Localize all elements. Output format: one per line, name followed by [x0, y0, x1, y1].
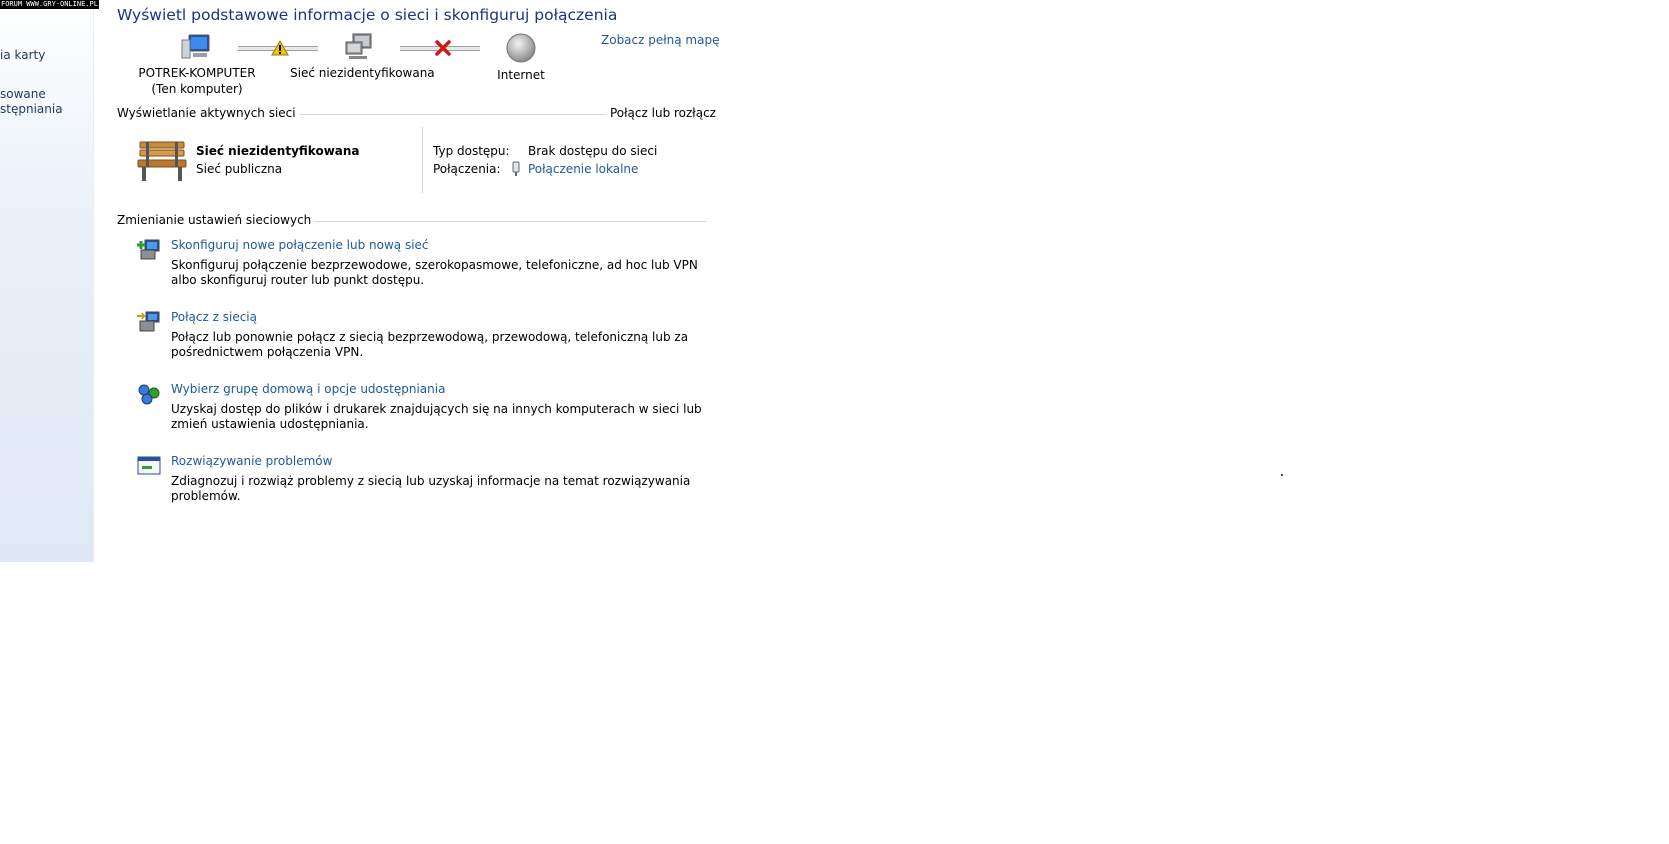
task-new-connection-desc: Skonfiguruj połączenie bezprzewodowe, sz…	[171, 258, 698, 287]
map-node-internet[interactable]: Internet	[481, 32, 561, 83]
active-network-type[interactable]: Sieć publiczna	[196, 162, 282, 176]
computer-icon	[181, 34, 210, 59]
page-title: Wyświetl podstawowe informacje o sieci i…	[117, 6, 618, 24]
computer-sub: (Ten komputer)	[151, 82, 243, 96]
task-troubleshoot-link[interactable]: Rozwiązywanie problemów	[171, 454, 332, 468]
watermark: FORUM WWW.GRY-ONLINE.PL	[0, 0, 99, 9]
map-node-computer[interactable]: POTREK-KOMPUTER (Ten komputer)	[137, 32, 257, 97]
active-network-divider	[422, 127, 423, 193]
task-homegroup-desc: Uzyskaj dostęp do plików i drukarek znaj…	[171, 402, 702, 431]
task-homegroup-link[interactable]: Wybierz grupę domową i opcje udostępnian…	[171, 382, 445, 396]
task-new-connection-link[interactable]: Skonfiguruj nowe połączenie lub nową sie…	[171, 238, 429, 252]
internet-label: Internet	[497, 68, 545, 82]
new-connection-icon	[137, 239, 160, 260]
network-computers-icon	[345, 33, 372, 59]
park-bench-icon	[137, 141, 187, 181]
network-name: Sieć niezidentyfikowana	[290, 66, 435, 80]
local-connection-link[interactable]: Połączenie lokalne	[528, 162, 638, 176]
warning-icon	[271, 40, 289, 56]
sidebar-item-advanced-sharing-line1[interactable]: sowane	[0, 87, 46, 101]
sidebar-item-adapter-settings[interactable]: ia karty	[0, 48, 45, 62]
left-sidebar: ia karty sowane stępniania	[0, 0, 94, 562]
active-network-title: Sieć niezidentyfikowana	[196, 144, 360, 158]
active-networks-header: Wyświetlanie aktywnych sieci	[117, 106, 300, 120]
stray-dot	[1281, 474, 1283, 476]
connections-label: Połączenia:	[433, 162, 501, 176]
change-settings-header: Zmienianie ustawień sieciowych	[117, 213, 316, 227]
homegroup-icon	[138, 384, 160, 405]
troubleshoot-icon	[137, 456, 161, 475]
globe-icon	[506, 33, 536, 63]
access-type-label: Typ dostępu:	[433, 144, 510, 158]
computer-name: POTREK-KOMPUTER	[138, 66, 256, 80]
disconnected-x-icon	[435, 40, 451, 56]
connect-network-icon	[137, 311, 160, 332]
map-node-network[interactable]: Sieć niezidentyfikowana	[290, 32, 435, 81]
task-connect-network-desc: Połącz lub ponownie połącz z siecią bezp…	[171, 330, 689, 359]
access-type-value: Brak dostępu do sieci	[528, 144, 658, 158]
task-troubleshoot-desc: Zdiagnozuj i rozwiąż problemy z siecią l…	[171, 474, 691, 503]
task-connect-network-link[interactable]: Połącz z siecią	[171, 310, 257, 324]
connect-disconnect-link[interactable]: Połącz lub rozłącz	[606, 106, 716, 120]
full-map-link[interactable]: Zobacz pełną mapę	[601, 33, 719, 47]
ethernet-icon	[512, 161, 520, 176]
sidebar-item-advanced-sharing-line2[interactable]: stępniania	[0, 102, 63, 116]
